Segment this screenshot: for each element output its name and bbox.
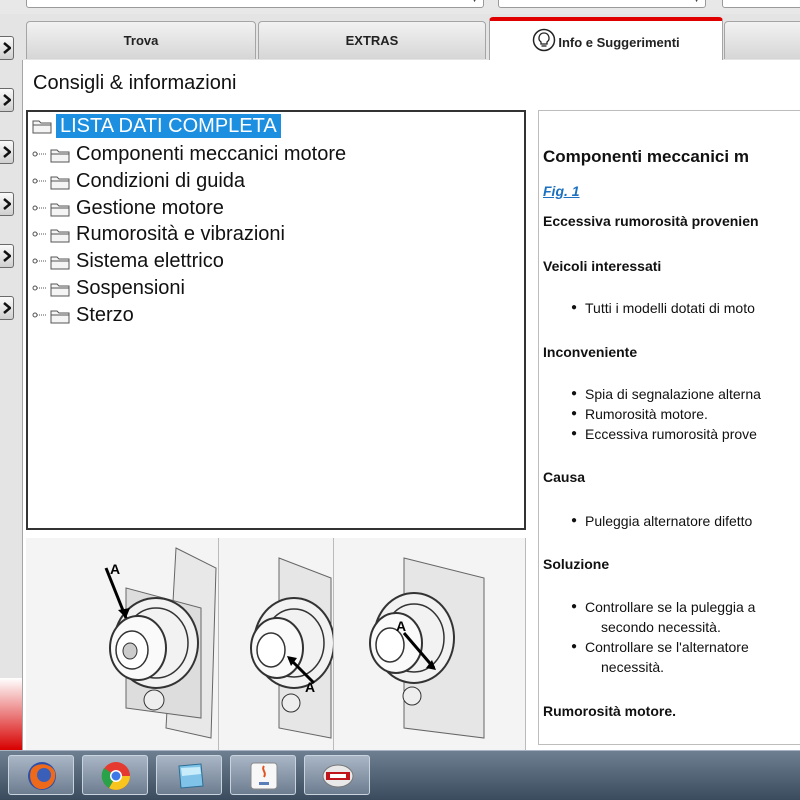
expander-icon[interactable] bbox=[32, 254, 48, 268]
section-heading: Causa bbox=[543, 469, 586, 485]
list-item: Eccessiva rumorosità prove bbox=[571, 426, 757, 442]
taskbar-chrome[interactable] bbox=[82, 755, 148, 795]
section-heading: Inconveniente bbox=[543, 344, 638, 360]
tab-extras[interactable]: EXTRAS bbox=[258, 21, 486, 59]
section-heading: Soluzione bbox=[543, 556, 610, 572]
expander-icon[interactable] bbox=[32, 174, 48, 188]
side-arrow-button[interactable] bbox=[0, 244, 14, 268]
pulley-diagram: A bbox=[250, 557, 333, 739]
firefox-icon bbox=[28, 762, 56, 790]
folder-icon bbox=[50, 310, 70, 324]
select-field-2[interactable] bbox=[722, 0, 800, 8]
lightbulb-icon bbox=[532, 28, 556, 55]
figure-image[interactable]: A bbox=[26, 538, 219, 750]
dropdown-arrow-icon[interactable]: ▼ bbox=[470, 0, 479, 4]
taskbar-wow-app[interactable] bbox=[304, 755, 370, 795]
figure-image[interactable]: A bbox=[219, 538, 334, 750]
figure-strip: A A A bbox=[26, 538, 526, 750]
expander-icon[interactable] bbox=[32, 147, 48, 161]
section-heading: Veicoli interessati bbox=[543, 258, 662, 274]
pulley-diagram: A bbox=[104, 547, 217, 739]
figure-label: A bbox=[305, 679, 315, 695]
tab-label: Trova bbox=[123, 33, 159, 48]
chevron-right-icon bbox=[2, 198, 12, 210]
side-arrow-button[interactable] bbox=[0, 140, 14, 164]
chrome-icon bbox=[101, 762, 130, 790]
folder-icon bbox=[50, 256, 70, 270]
list-item: Controllare se la puleggia a bbox=[571, 599, 755, 615]
list-item: Rumorosità motore. bbox=[571, 406, 708, 422]
wow-app-icon bbox=[322, 764, 354, 788]
info-panel[interactable]: Componenti meccanici m Fig. 1 Eccessiva … bbox=[538, 110, 800, 745]
tab-trova[interactable]: Trova bbox=[26, 21, 256, 59]
list-item: Tutti i modelli dotati di moto bbox=[571, 300, 755, 316]
figure-image[interactable]: A bbox=[334, 538, 526, 750]
tab-label: EXTRAS bbox=[345, 33, 399, 48]
info-title: Eccessiva rumorosità provenien bbox=[543, 213, 759, 229]
tree-item-label[interactable]: Rumorosità e vibrazioni bbox=[76, 222, 285, 246]
tree-item-label[interactable]: Condizioni di guida bbox=[76, 169, 245, 193]
chevron-right-icon bbox=[2, 302, 12, 314]
section-heading: Rumorosità motore. bbox=[543, 703, 677, 719]
folder-icon bbox=[50, 283, 70, 297]
figure-label: A bbox=[396, 618, 406, 634]
expander-icon[interactable] bbox=[32, 281, 48, 295]
folder-icon bbox=[50, 203, 70, 217]
side-arrow-button[interactable] bbox=[0, 192, 14, 216]
figure-label: A bbox=[110, 561, 120, 577]
list-item-continuation: necessità. bbox=[601, 659, 665, 675]
tab-info-suggerimenti[interactable]: Info e Suggerimenti bbox=[489, 17, 723, 61]
taskbar-firefox[interactable] bbox=[8, 755, 74, 795]
tree-item-label[interactable]: Sterzo bbox=[76, 303, 134, 327]
folder-icon bbox=[50, 229, 70, 243]
taskbar bbox=[0, 750, 800, 800]
pulley-diagram: A bbox=[369, 557, 485, 739]
java-icon bbox=[250, 762, 278, 790]
list-item: Spia di segnalazione alterna bbox=[571, 386, 761, 402]
folder-icon bbox=[50, 176, 70, 190]
list-item: Controllare se l'alternatore bbox=[571, 639, 749, 655]
tree-item-label[interactable]: Sospensioni bbox=[76, 276, 185, 300]
expander-icon[interactable] bbox=[32, 308, 48, 322]
top-toolbar: ▼ ▼ bbox=[0, 0, 800, 14]
app-window: { "tabs": [ {"label": "Trova", "active":… bbox=[0, 0, 800, 800]
taskbar-java[interactable] bbox=[230, 755, 296, 795]
side-arrow-button[interactable] bbox=[0, 88, 14, 112]
main-panel: Consigli & informazioni LISTA DATI COMPL… bbox=[22, 60, 800, 750]
tab-more[interactable] bbox=[724, 21, 800, 59]
window-app-icon bbox=[178, 763, 204, 789]
side-arrow-button[interactable] bbox=[0, 296, 14, 320]
folder-icon bbox=[50, 149, 70, 163]
list-item-continuation: secondo necessità. bbox=[601, 619, 721, 635]
tree-item-label[interactable]: Sistema elettrico bbox=[76, 249, 224, 273]
chevron-right-icon bbox=[2, 250, 12, 262]
folder-icon bbox=[32, 120, 52, 134]
figure-link[interactable]: Fig. 1 bbox=[543, 183, 580, 199]
decorative-strip bbox=[0, 678, 22, 750]
side-arrow-button[interactable] bbox=[0, 36, 14, 60]
tree-item-label[interactable]: Gestione motore bbox=[76, 196, 224, 220]
chevron-right-icon bbox=[2, 42, 12, 54]
tree-view[interactable]: LISTA DATI COMPLETA Componenti meccanici… bbox=[26, 110, 526, 530]
tree-item-label[interactable]: Componenti meccanici motore bbox=[76, 142, 346, 166]
expander-icon[interactable] bbox=[32, 201, 48, 215]
tab-label: Info e Suggerimenti bbox=[558, 34, 680, 50]
dropdown-arrow-icon[interactable]: ▼ bbox=[692, 0, 701, 4]
chevron-right-icon bbox=[2, 94, 12, 106]
tree-root-label[interactable]: LISTA DATI COMPLETA bbox=[56, 114, 281, 138]
info-heading: Componenti meccanici m bbox=[543, 147, 749, 166]
page-title: Consigli & informazioni bbox=[33, 72, 237, 94]
select-field[interactable]: ▼ bbox=[498, 0, 706, 8]
chevron-right-icon bbox=[2, 146, 12, 158]
expander-icon[interactable] bbox=[32, 227, 48, 241]
search-field[interactable]: ▼ bbox=[26, 0, 484, 8]
taskbar-window-app[interactable] bbox=[156, 755, 222, 795]
list-item: Puleggia alternatore difetto bbox=[571, 513, 752, 529]
